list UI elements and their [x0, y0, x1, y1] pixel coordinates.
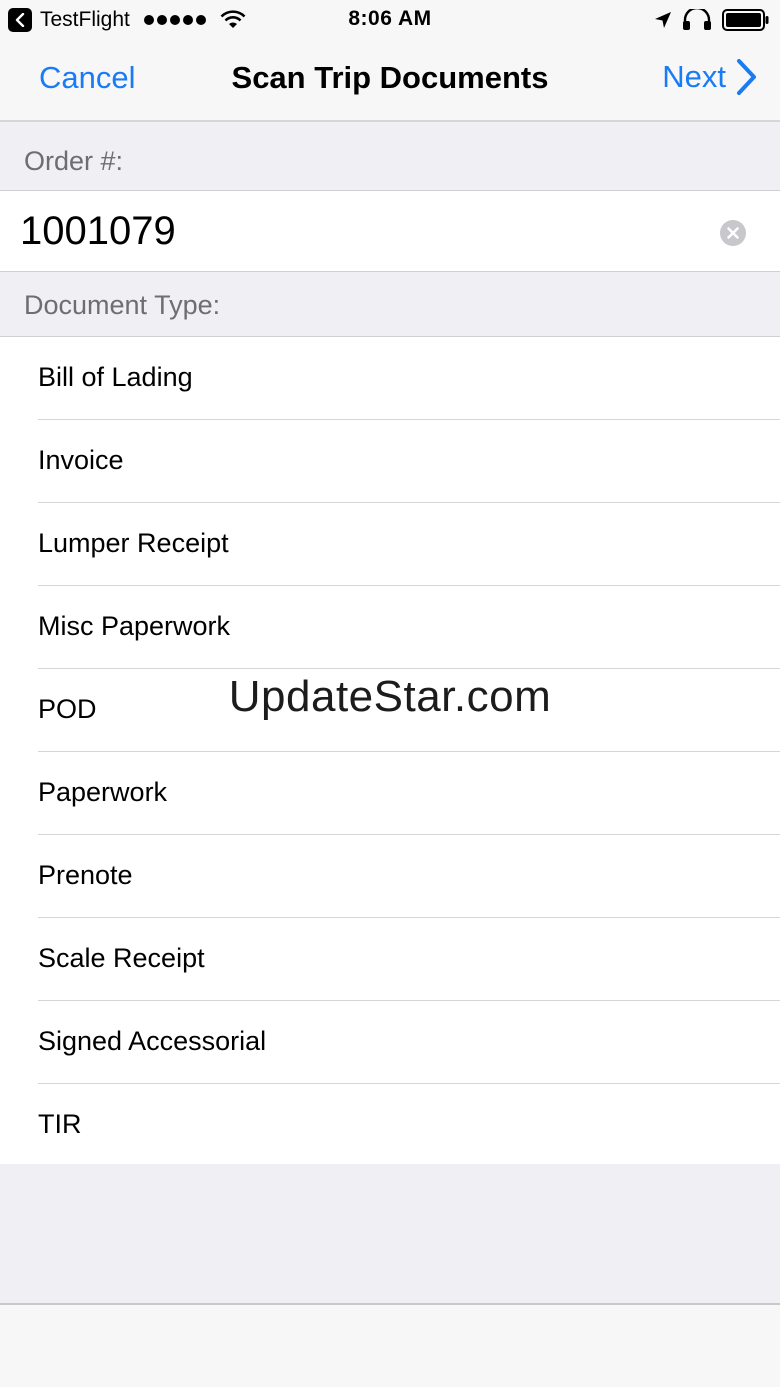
list-item-bill-of-lading[interactable]: Bill of Lading: [0, 337, 780, 420]
list-item-tir[interactable]: TIR: [0, 1084, 780, 1167]
next-button-label: Next: [662, 59, 726, 94]
empty-area: [0, 1164, 780, 1304]
list-item-invoice[interactable]: Invoice: [0, 420, 780, 503]
list-item-label: Prenote: [38, 860, 133, 890]
order-number-row: [0, 190, 780, 272]
list-item-label: POD: [38, 694, 97, 724]
list-item-label: Paperwork: [38, 777, 168, 807]
list-item-label: TIR: [38, 1109, 82, 1139]
document-type-header: Document Type:: [0, 272, 780, 336]
list-item-scale-receipt[interactable]: Scale Receipt: [0, 918, 780, 1001]
next-button[interactable]: Next: [662, 58, 758, 96]
status-bar: TestFlight 8:06 AM: [0, 0, 780, 40]
chevron-right-icon: [737, 59, 756, 95]
order-number-input[interactable]: [20, 205, 700, 257]
battery-icon: [722, 9, 769, 31]
list-item-paperwork[interactable]: Paperwork: [0, 752, 780, 835]
list-item-label: Bill of Lading: [38, 362, 193, 392]
list-item-lumper-receipt[interactable]: Lumper Receipt: [0, 503, 780, 586]
list-item-label: Lumper Receipt: [38, 528, 229, 558]
clear-text-icon[interactable]: [720, 220, 746, 246]
list-item-label: Signed Accessorial: [38, 1026, 267, 1056]
order-number-header: Order #:: [0, 122, 780, 190]
list-item-label: Invoice: [38, 445, 124, 475]
document-type-list: Bill of Lading Invoice Lumper Receipt Mi…: [0, 336, 780, 1168]
cancel-button[interactable]: Cancel: [39, 60, 136, 96]
list-item-label: Scale Receipt: [38, 943, 205, 973]
headphones-icon: [683, 9, 711, 30]
list-item-pod[interactable]: POD: [0, 669, 780, 752]
list-item-label: Misc Paperwork: [38, 611, 231, 641]
list-item-prenote[interactable]: Prenote: [0, 835, 780, 918]
bottom-toolbar: [0, 1303, 780, 1387]
list-item-signed-accessorial[interactable]: Signed Accessorial: [0, 1001, 780, 1084]
status-bar-right: [654, 8, 770, 32]
navigation-bar: Cancel Scan Trip Documents Next: [0, 40, 780, 122]
list-item-misc-paperwork[interactable]: Misc Paperwork: [0, 586, 780, 669]
location-arrow-icon: [655, 12, 671, 28]
